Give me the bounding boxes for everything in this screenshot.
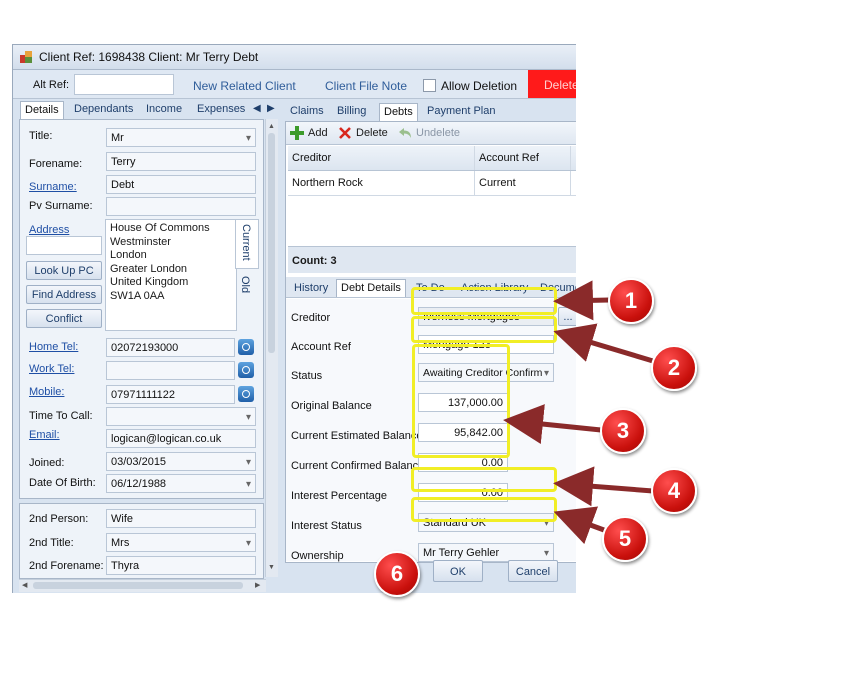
callout-4: 4	[651, 468, 697, 514]
arrow-1	[553, 280, 610, 321]
arrow-2	[553, 323, 654, 364]
arrow-3	[503, 404, 602, 444]
callout-5: 5	[602, 516, 648, 562]
callout-3: 3	[600, 408, 646, 454]
arrow-4	[553, 466, 654, 507]
callout-6: 6	[374, 551, 420, 597]
callout-arrows	[503, 280, 654, 545]
arrow-5	[553, 506, 605, 545]
callout-1: 1	[608, 278, 654, 324]
callout-2: 2	[651, 345, 697, 391]
